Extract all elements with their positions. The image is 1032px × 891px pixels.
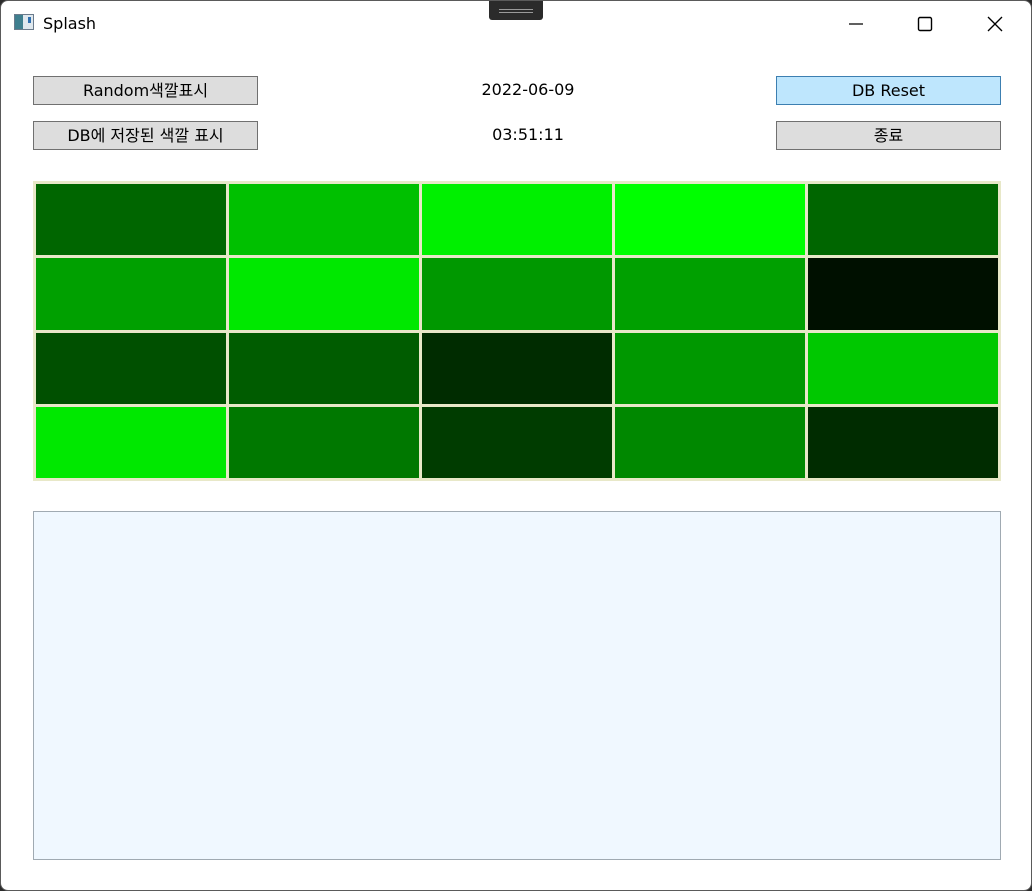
- app-window-icon: [14, 14, 34, 30]
- maximize-icon: [917, 16, 933, 32]
- time-label: 03:51:11: [492, 125, 564, 144]
- main-window: Splash Random색깔표시 DB에 저장된 색깔 표시 2022-06-…: [0, 0, 1032, 891]
- color-cell[interactable]: [422, 184, 612, 256]
- color-cell[interactable]: [36, 406, 226, 478]
- color-cell[interactable]: [422, 258, 612, 330]
- color-cell[interactable]: [422, 332, 612, 404]
- color-cell[interactable]: [808, 406, 998, 478]
- minimize-icon: [849, 23, 863, 25]
- color-cell[interactable]: [229, 406, 419, 478]
- color-cell[interactable]: [229, 184, 419, 256]
- color-cell[interactable]: [808, 184, 998, 256]
- color-cell[interactable]: [36, 332, 226, 404]
- db-reset-button[interactable]: DB Reset: [776, 76, 1001, 105]
- output-textarea[interactable]: [33, 511, 1001, 860]
- date-label: 2022-06-09: [481, 80, 575, 99]
- close-icon: [987, 16, 1003, 32]
- title-bar[interactable]: Splash: [1, 1, 1031, 47]
- color-cell[interactable]: [36, 258, 226, 330]
- color-cell[interactable]: [229, 258, 419, 330]
- color-cell[interactable]: [615, 184, 805, 256]
- color-grid: [33, 181, 1001, 481]
- show-db-colors-button[interactable]: DB에 저장된 색깔 표시: [33, 121, 258, 150]
- color-cell[interactable]: [615, 332, 805, 404]
- color-cell[interactable]: [615, 258, 805, 330]
- maximize-button[interactable]: [902, 1, 948, 47]
- minimize-button[interactable]: [833, 1, 879, 47]
- color-cell[interactable]: [422, 406, 612, 478]
- close-button[interactable]: [972, 1, 1018, 47]
- color-cell[interactable]: [615, 406, 805, 478]
- color-cell[interactable]: [36, 184, 226, 256]
- color-cell[interactable]: [808, 332, 998, 404]
- exit-button[interactable]: 종료: [776, 121, 1001, 150]
- color-cell[interactable]: [808, 258, 998, 330]
- color-cell[interactable]: [229, 332, 419, 404]
- random-color-button[interactable]: Random색깔표시: [33, 76, 258, 105]
- window-title: Splash: [43, 14, 97, 33]
- drag-handle[interactable]: [489, 1, 543, 20]
